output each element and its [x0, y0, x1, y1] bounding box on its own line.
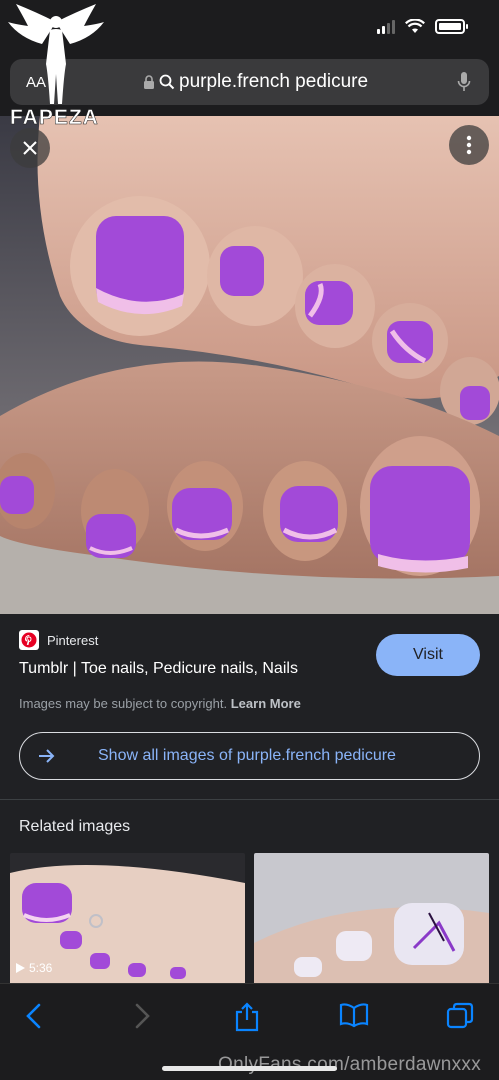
- microphone-icon[interactable]: [457, 71, 471, 93]
- more-vertical-icon: [466, 135, 472, 155]
- result-info-panel: Pinterest Tumblr | Toe nails, Pedicure n…: [0, 614, 499, 799]
- video-duration: 5:36: [16, 961, 52, 975]
- arrow-right-icon: [39, 749, 55, 763]
- related-image-1[interactable]: 5:36: [10, 853, 245, 985]
- back-icon[interactable]: [24, 1002, 44, 1030]
- onlyfans-watermark: OnlyFans.com/amberdawnxxx: [218, 1054, 482, 1075]
- visit-button[interactable]: Visit: [376, 634, 480, 676]
- play-icon: [16, 963, 25, 973]
- learn-more-link[interactable]: Learn More: [231, 696, 301, 711]
- show-all-images-button[interactable]: Show all images of purple.french pedicur…: [19, 732, 480, 780]
- page: AA purple.french pedicure FAPEZA Pintere…: [0, 0, 499, 1080]
- divider: [0, 799, 499, 800]
- lock-icon: [144, 74, 154, 89]
- pinterest-icon: [19, 630, 39, 650]
- related-heading: Related images: [19, 818, 131, 835]
- copyright-text: Images may be subject to copyright.: [19, 696, 228, 711]
- fapeza-logo-text: FAPEZA: [10, 106, 99, 130]
- tabs-icon[interactable]: [446, 1002, 474, 1030]
- show-all-label: Show all images of purple.french pedicur…: [98, 747, 396, 764]
- cellular-signal-icon: [377, 19, 395, 34]
- result-source[interactable]: Pinterest: [19, 630, 98, 650]
- wifi-icon: [405, 19, 425, 33]
- copyright-notice: Images may be subject to copyright. Lear…: [19, 696, 301, 711]
- home-indicator[interactable]: [162, 1066, 337, 1071]
- bookmarks-icon[interactable]: [339, 1002, 369, 1028]
- search-icon: [159, 74, 175, 90]
- source-name: Pinterest: [47, 632, 99, 648]
- close-button[interactable]: [10, 128, 50, 168]
- share-icon[interactable]: [234, 1002, 260, 1032]
- battery-icon: [435, 19, 468, 34]
- forward-icon[interactable]: [132, 1002, 152, 1030]
- search-query: purple.french pedicure: [179, 71, 369, 92]
- close-icon: [23, 141, 37, 155]
- result-title[interactable]: Tumblr | Toe nails, Pedicure nails, Nail…: [19, 660, 298, 678]
- related-image-2[interactable]: [254, 853, 489, 985]
- more-options-button[interactable]: [449, 125, 489, 165]
- result-image[interactable]: [0, 116, 499, 614]
